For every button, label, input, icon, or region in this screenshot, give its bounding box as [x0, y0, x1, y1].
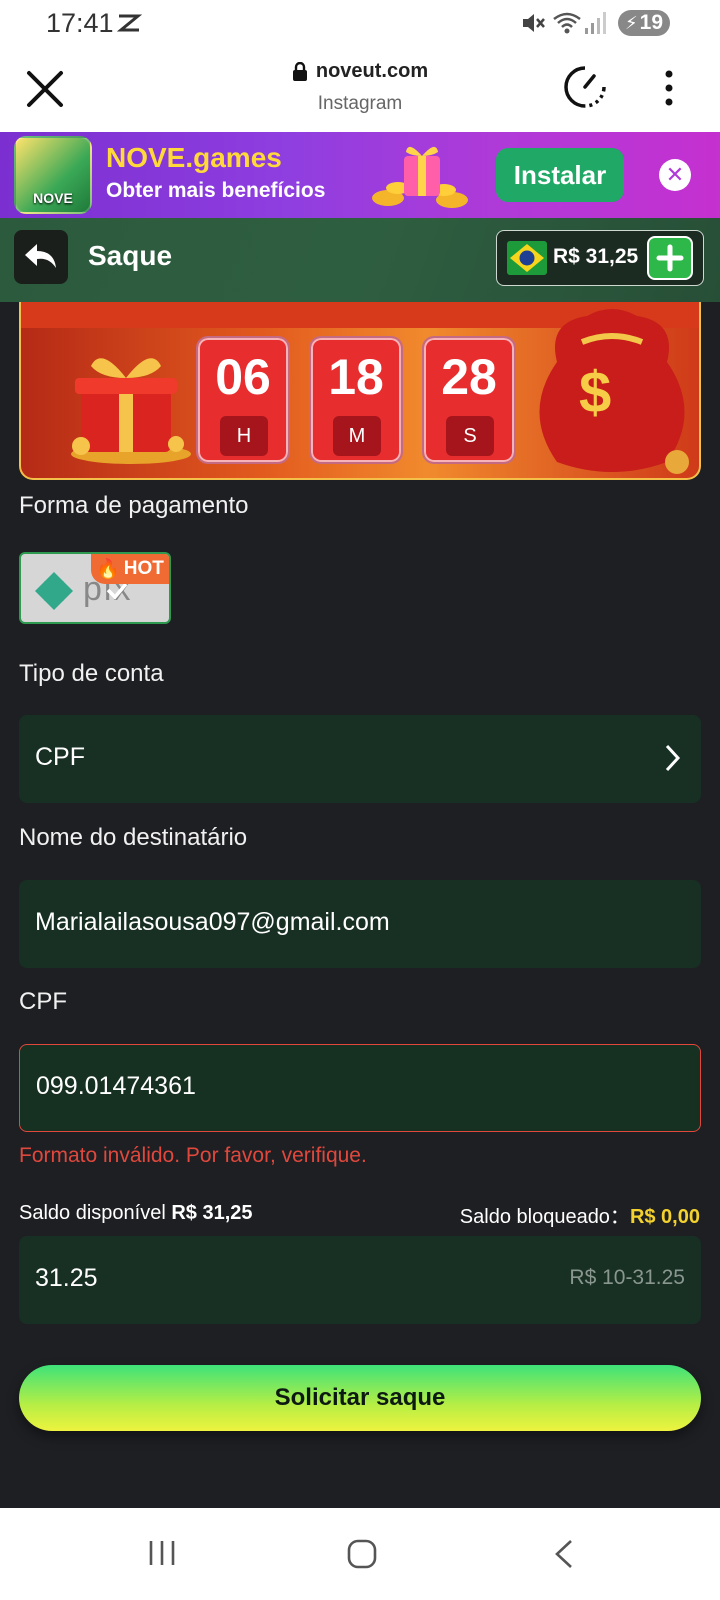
amount-value: 31.25 [35, 1264, 98, 1292]
url-text: noveut.com [315, 60, 429, 82]
balance-amount: R$ 31,25 [553, 245, 639, 268]
url-subtitle: Instagram [317, 92, 403, 114]
status-time: 17:41 [46, 8, 114, 38]
signal-icon [585, 12, 606, 34]
browser-toolbar: noveut.com Instagram [0, 46, 720, 132]
countdown-hours: 06 H [196, 336, 290, 464]
blocked-balance: Saldo bloqueado：R$ 0,00 [460, 1200, 700, 1229]
balance-widget: R$ 31,25 [496, 230, 704, 286]
sync-icon [116, 14, 142, 32]
battery-indicator: ⚡ 19 [618, 10, 670, 36]
recipient-label: Nome do destinatário [19, 824, 248, 851]
gift-coins-icon [372, 146, 468, 208]
more-options-icon[interactable] [664, 68, 674, 108]
hot-badge-label: HOT [123, 558, 164, 579]
amount-range-hint: R$ 10-31.25 [569, 1266, 685, 1289]
brazil-flag-icon [507, 241, 547, 275]
back-nav-icon[interactable] [553, 1538, 575, 1570]
recent-apps-icon[interactable] [147, 1538, 177, 1568]
countdown-minutes: 18 M [309, 336, 403, 464]
promo-close-button[interactable]: ✕ [659, 159, 691, 191]
lock-icon [292, 61, 307, 81]
gift-box-icon [71, 358, 191, 464]
page-header: Saque R$ 31,25 [0, 218, 720, 302]
deposit-button[interactable] [647, 236, 693, 280]
cpf-value: 099.01474361 [36, 1072, 196, 1100]
seconds-value: 28 [441, 349, 497, 405]
battery-level: 19 [639, 11, 663, 34]
cpf-input[interactable]: 099.01474361 [19, 1044, 701, 1132]
mute-icon [523, 14, 545, 32]
back-arrow-icon [25, 244, 56, 268]
recipient-value: Marialailasousa097@gmail.com [35, 908, 390, 936]
reward-countdown-banner[interactable]: $ 06 H 18 M 28 S [19, 302, 701, 480]
hours-value: 06 [215, 349, 271, 405]
blocked-balance-label: Saldo bloqueado： [459, 1206, 630, 1228]
page-title: Saque [88, 240, 173, 271]
request-withdrawal-button[interactable]: Solicitar saque [19, 1365, 701, 1431]
promo-subtitle: Obter mais benefícios [106, 179, 326, 202]
recipient-input[interactable]: Marialailasousa097@gmail.com [19, 880, 701, 968]
available-balance-label: Saldo disponível [19, 1202, 166, 1224]
install-promo-banner: NOVE NOVE.games Obter mais benefícios In… [0, 132, 720, 218]
charging-icon: ⚡ [625, 12, 638, 33]
home-icon[interactable] [346, 1538, 378, 1570]
status-bar: 17:41 ⚡ 19 [0, 0, 720, 46]
account-type-label: Tipo de conta [19, 660, 164, 687]
nove-games-logo: NOVE [14, 136, 92, 214]
system-navigation-bar [0, 1508, 720, 1600]
available-balance: Saldo disponível R$ 31,25 [19, 1202, 253, 1225]
pix-payment-option[interactable]: pix 🔥 HOT [19, 552, 171, 624]
cpf-error-message: Formato inválido. Por favor, verifique. [19, 1144, 367, 1167]
wifi-icon [553, 12, 581, 34]
blocked-balance-amount: R$ 0,00 [629, 1206, 700, 1228]
payment-method-label: Forma de pagamento [19, 492, 249, 519]
speed-icon[interactable] [562, 64, 608, 110]
amount-input[interactable]: 31.25 R$ 10-31.25 [19, 1236, 701, 1324]
account-type-value: CPF [35, 743, 85, 771]
plus-icon [656, 244, 684, 272]
chevron-right-icon [665, 744, 681, 772]
account-type-select[interactable]: CPF [19, 715, 701, 803]
countdown-seconds: 28 S [422, 336, 516, 464]
install-button[interactable]: Instalar [496, 148, 624, 202]
flame-icon: 🔥 [96, 559, 120, 580]
cpf-label: CPF [19, 988, 67, 1015]
svg-text:$: $ [579, 360, 611, 425]
promo-title: NOVE.games [106, 142, 282, 173]
pix-logo-icon [35, 572, 73, 610]
address-bar[interactable]: noveut.com Instagram [0, 60, 720, 115]
hot-badge: 🔥 HOT [91, 554, 169, 584]
seconds-unit: S [446, 416, 494, 456]
money-bag-icon: $ [539, 309, 689, 474]
minutes-value: 18 [328, 349, 384, 405]
hours-unit: H [220, 416, 268, 456]
minutes-unit: M [333, 416, 381, 456]
back-button[interactable] [14, 230, 68, 284]
available-balance-amount: R$ 31,25 [171, 1202, 253, 1224]
